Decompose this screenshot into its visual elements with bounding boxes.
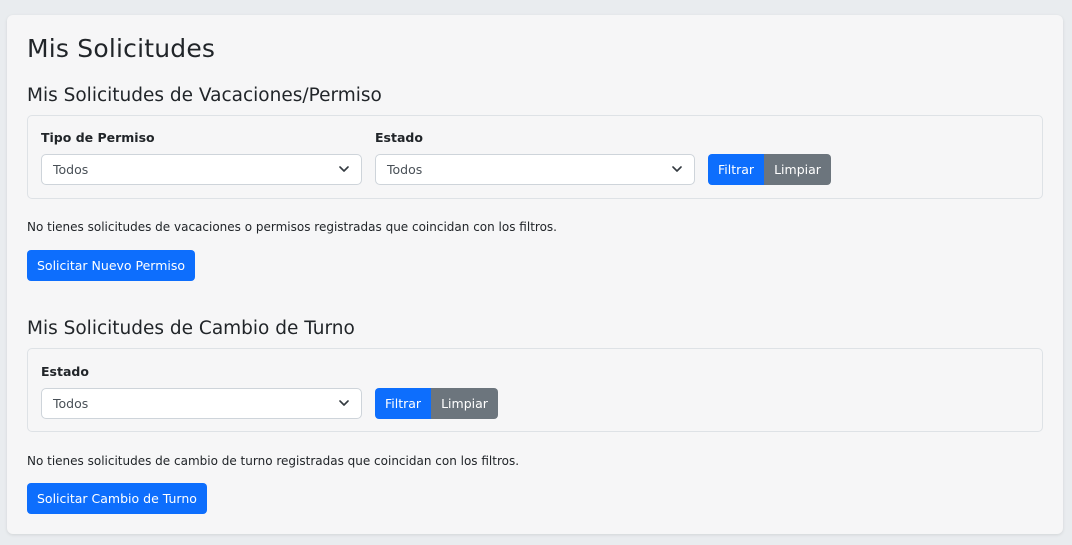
vacation-section-title: Mis Solicitudes de Vacaciones/Permiso [27, 85, 382, 106]
permit-type-label: Tipo de Permiso [41, 130, 155, 145]
vacation-filter-button[interactable]: Filtrar [708, 154, 765, 185]
vacation-clear-button[interactable]: Limpiar [764, 154, 831, 185]
vacation-status-select[interactable]: Todos [375, 154, 695, 185]
shift-clear-button[interactable]: Limpiar [431, 388, 498, 419]
vacation-filter-panel: Tipo de Permiso Todos Estado Todos Filtr… [27, 115, 1043, 199]
new-shift-change-button[interactable]: Solicitar Cambio de Turno [27, 483, 207, 514]
shift-filter-actions: Filtrar Limpiar [375, 388, 498, 419]
vacation-empty-message: No tienes solicitudes de vacaciones o pe… [27, 220, 557, 234]
vacation-status-value: Todos [387, 162, 423, 177]
permit-type-select[interactable]: Todos [41, 154, 362, 185]
shift-empty-message: No tienes solicitudes de cambio de turno… [27, 454, 520, 468]
new-permit-button[interactable]: Solicitar Nuevo Permiso [27, 250, 196, 281]
shift-filter-button[interactable]: Filtrar [375, 388, 432, 419]
shift-filter-panel: Estado Todos Filtrar Limpiar [27, 348, 1043, 432]
permit-type-value: Todos [53, 162, 89, 177]
chevron-down-icon [339, 400, 349, 406]
chevron-down-icon [672, 166, 682, 172]
vacation-filter-actions: Filtrar Limpiar [708, 154, 831, 185]
shift-status-value: Todos [53, 396, 89, 411]
chevron-down-icon [339, 166, 349, 172]
vacation-status-label: Estado [375, 130, 423, 145]
requests-card: Mis Solicitudes Mis Solicitudes de Vacac… [7, 15, 1063, 534]
shift-status-label: Estado [41, 364, 89, 379]
page-title: Mis Solicitudes [27, 34, 216, 63]
shift-status-select[interactable]: Todos [41, 388, 362, 419]
shift-section-title: Mis Solicitudes de Cambio de Turno [27, 318, 355, 339]
